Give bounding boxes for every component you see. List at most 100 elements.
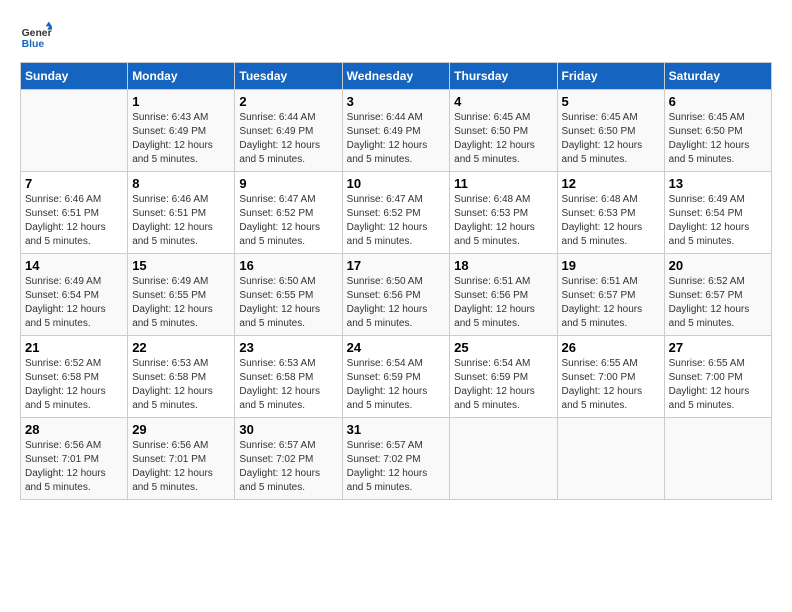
calendar-cell: 2 Sunrise: 6:44 AM Sunset: 6:49 PM Daylig… <box>235 90 342 172</box>
day-number: 9 <box>239 176 337 191</box>
calendar-week-row: 14 Sunrise: 6:49 AM Sunset: 6:54 PM Dayli… <box>21 254 772 336</box>
day-info: Sunrise: 6:52 AM Sunset: 6:58 PM Dayligh… <box>25 357 123 413</box>
day-number: 5 <box>562 94 660 109</box>
day-number: 15 <box>132 258 230 273</box>
calendar-cell: 25 Sunrise: 6:54 AM Sunset: 6:59 PM Dayli… <box>450 336 557 418</box>
calendar-cell: 27 Sunrise: 6:55 AM Sunset: 7:00 PM Dayli… <box>664 336 771 418</box>
calendar-cell: 31 Sunrise: 6:57 AM Sunset: 7:02 PM Dayli… <box>342 418 450 500</box>
day-number: 25 <box>454 340 552 355</box>
day-info: Sunrise: 6:45 AM Sunset: 6:50 PM Dayligh… <box>454 111 552 167</box>
day-number: 23 <box>239 340 337 355</box>
calendar-cell: 16Sunrise: 6:50 AM Sunset: 6:55 PM Dayli… <box>235 254 342 336</box>
day-info: Sunrise: 6:48 AM Sunset: 6:53 PM Dayligh… <box>454 193 552 249</box>
day-number: 27 <box>669 340 767 355</box>
day-number: 24 <box>347 340 446 355</box>
day-info: Sunrise: 6:50 AM Sunset: 6:55 PM Dayligh… <box>239 275 337 331</box>
calendar-table: SundayMondayTuesdayWednesdayThursdayFrid… <box>20 62 772 500</box>
day-info: Sunrise: 6:56 AM Sunset: 7:01 PM Dayligh… <box>25 439 123 495</box>
calendar-cell: 18 Sunrise: 6:51 AM Sunset: 6:56 PM Dayli… <box>450 254 557 336</box>
calendar-cell: 28 Sunrise: 6:56 AM Sunset: 7:01 PM Dayli… <box>21 418 128 500</box>
calendar-cell: 17 Sunrise: 6:50 AM Sunset: 6:56 PM Dayli… <box>342 254 450 336</box>
day-info: Sunrise: 6:53 AM Sunset: 6:58 PM Dayligh… <box>132 357 230 413</box>
day-info: Sunrise: 6:45 AM Sunset: 6:50 PM Dayligh… <box>669 111 767 167</box>
day-header-monday: Monday <box>128 63 235 90</box>
day-number: 28 <box>25 422 123 437</box>
calendar-cell <box>450 418 557 500</box>
day-info: Sunrise: 6:49 AM Sunset: 6:54 PM Dayligh… <box>669 193 767 249</box>
calendar-cell: 21 Sunrise: 6:52 AM Sunset: 6:58 PM Dayli… <box>21 336 128 418</box>
day-number: 10 <box>347 176 446 191</box>
day-number: 29 <box>132 422 230 437</box>
calendar-cell: 26 Sunrise: 6:55 AM Sunset: 7:00 PM Dayli… <box>557 336 664 418</box>
day-number: 14 <box>25 258 123 273</box>
calendar-cell: 8Sunrise: 6:46 AM Sunset: 6:51 PM Daylig… <box>128 172 235 254</box>
day-number: 3 <box>347 94 446 109</box>
day-info: Sunrise: 6:50 AM Sunset: 6:56 PM Dayligh… <box>347 275 446 331</box>
calendar-cell: 23 Sunrise: 6:53 AM Sunset: 6:58 PM Dayli… <box>235 336 342 418</box>
svg-text:Blue: Blue <box>22 39 45 50</box>
day-info: Sunrise: 6:51 AM Sunset: 6:57 PM Dayligh… <box>562 275 660 331</box>
calendar-cell: 1Sunrise: 6:43 AM Sunset: 6:49 PM Daylig… <box>128 90 235 172</box>
logo-icon: General Blue <box>20 20 52 52</box>
calendar-week-row: 28 Sunrise: 6:56 AM Sunset: 7:01 PM Dayli… <box>21 418 772 500</box>
day-info: Sunrise: 6:54 AM Sunset: 6:59 PM Dayligh… <box>347 357 446 413</box>
day-info: Sunrise: 6:51 AM Sunset: 6:56 PM Dayligh… <box>454 275 552 331</box>
day-info: Sunrise: 6:43 AM Sunset: 6:49 PM Dayligh… <box>132 111 230 167</box>
page-header: General Blue <box>20 20 772 52</box>
calendar-cell: 24 Sunrise: 6:54 AM Sunset: 6:59 PM Dayli… <box>342 336 450 418</box>
day-number: 18 <box>454 258 552 273</box>
day-info: Sunrise: 6:44 AM Sunset: 6:49 PM Dayligh… <box>347 111 446 167</box>
day-number: 21 <box>25 340 123 355</box>
day-info: Sunrise: 6:54 AM Sunset: 6:59 PM Dayligh… <box>454 357 552 413</box>
day-info: Sunrise: 6:46 AM Sunset: 6:51 PM Dayligh… <box>25 193 123 249</box>
day-header-wednesday: Wednesday <box>342 63 450 90</box>
day-info: Sunrise: 6:52 AM Sunset: 6:57 PM Dayligh… <box>669 275 767 331</box>
calendar-cell: 22 Sunrise: 6:53 AM Sunset: 6:58 PM Dayli… <box>128 336 235 418</box>
calendar-cell: 6 Sunrise: 6:45 AM Sunset: 6:50 PM Daylig… <box>664 90 771 172</box>
day-info: Sunrise: 6:57 AM Sunset: 7:02 PM Dayligh… <box>347 439 446 495</box>
day-info: Sunrise: 6:44 AM Sunset: 6:49 PM Dayligh… <box>239 111 337 167</box>
calendar-cell <box>557 418 664 500</box>
day-info: Sunrise: 6:47 AM Sunset: 6:52 PM Dayligh… <box>239 193 337 249</box>
calendar-cell: 20 Sunrise: 6:52 AM Sunset: 6:57 PM Dayli… <box>664 254 771 336</box>
day-info: Sunrise: 6:55 AM Sunset: 7:00 PM Dayligh… <box>669 357 767 413</box>
calendar-cell: 30Sunrise: 6:57 AM Sunset: 7:02 PM Dayli… <box>235 418 342 500</box>
calendar-cell <box>21 90 128 172</box>
day-header-thursday: Thursday <box>450 63 557 90</box>
day-number: 13 <box>669 176 767 191</box>
day-info: Sunrise: 6:55 AM Sunset: 7:00 PM Dayligh… <box>562 357 660 413</box>
day-number: 6 <box>669 94 767 109</box>
calendar-cell: 19 Sunrise: 6:51 AM Sunset: 6:57 PM Dayli… <box>557 254 664 336</box>
day-number: 31 <box>347 422 446 437</box>
day-header-friday: Friday <box>557 63 664 90</box>
calendar-week-row: 21 Sunrise: 6:52 AM Sunset: 6:58 PM Dayli… <box>21 336 772 418</box>
day-header-sunday: Sunday <box>21 63 128 90</box>
day-number: 30 <box>239 422 337 437</box>
calendar-week-row: 7 Sunrise: 6:46 AM Sunset: 6:51 PM Daylig… <box>21 172 772 254</box>
day-header-tuesday: Tuesday <box>235 63 342 90</box>
day-info: Sunrise: 6:49 AM Sunset: 6:54 PM Dayligh… <box>25 275 123 331</box>
calendar-cell: 11 Sunrise: 6:48 AM Sunset: 6:53 PM Dayli… <box>450 172 557 254</box>
day-info: Sunrise: 6:45 AM Sunset: 6:50 PM Dayligh… <box>562 111 660 167</box>
day-info: Sunrise: 6:56 AM Sunset: 7:01 PM Dayligh… <box>132 439 230 495</box>
day-info: Sunrise: 6:53 AM Sunset: 6:58 PM Dayligh… <box>239 357 337 413</box>
day-number: 17 <box>347 258 446 273</box>
day-number: 22 <box>132 340 230 355</box>
day-number: 4 <box>454 94 552 109</box>
day-number: 7 <box>25 176 123 191</box>
day-number: 2 <box>239 94 337 109</box>
logo: General Blue <box>20 20 52 52</box>
calendar-cell: 15Sunrise: 6:49 AM Sunset: 6:55 PM Dayli… <box>128 254 235 336</box>
day-number: 26 <box>562 340 660 355</box>
calendar-cell: 9 Sunrise: 6:47 AM Sunset: 6:52 PM Daylig… <box>235 172 342 254</box>
day-number: 19 <box>562 258 660 273</box>
day-number: 20 <box>669 258 767 273</box>
calendar-cell: 12Sunrise: 6:48 AM Sunset: 6:53 PM Dayli… <box>557 172 664 254</box>
calendar-cell: 10Sunrise: 6:47 AM Sunset: 6:52 PM Dayli… <box>342 172 450 254</box>
calendar-cell: 4 Sunrise: 6:45 AM Sunset: 6:50 PM Daylig… <box>450 90 557 172</box>
day-info: Sunrise: 6:48 AM Sunset: 6:53 PM Dayligh… <box>562 193 660 249</box>
calendar-cell: 13 Sunrise: 6:49 AM Sunset: 6:54 PM Dayli… <box>664 172 771 254</box>
day-number: 11 <box>454 176 552 191</box>
day-info: Sunrise: 6:46 AM Sunset: 6:51 PM Dayligh… <box>132 193 230 249</box>
calendar-cell <box>664 418 771 500</box>
